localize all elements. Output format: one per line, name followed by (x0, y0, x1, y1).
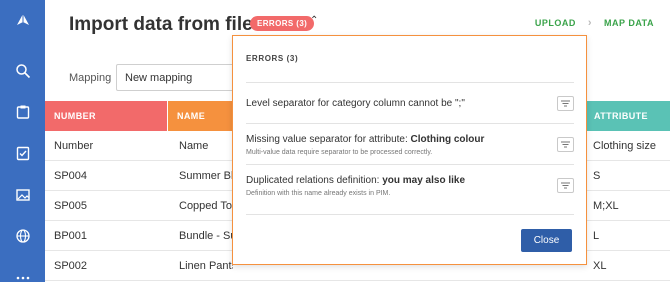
cell-attribute: M;XL (593, 200, 619, 212)
error-message: Level separator for category column cann… (246, 98, 465, 109)
cell-number: SP005 (54, 200, 88, 212)
column-header-name[interactable]: NAME (168, 101, 238, 131)
import-data-app: Import data from file ERRORS (3) ⌃ UPLOA… (0, 0, 670, 282)
checklist-icon[interactable] (0, 138, 45, 168)
mapping-select-value: New mapping (125, 71, 193, 84)
chevron-right-icon: › (587, 17, 592, 29)
filter-lines-icon[interactable] (557, 137, 574, 152)
filter-lines-icon[interactable] (557, 96, 574, 111)
cell-number: SP002 (54, 260, 88, 272)
page-title: Import data from file (69, 14, 253, 35)
logo-icon[interactable] (0, 5, 45, 35)
error-text: Duplicated relations definition: (246, 175, 383, 186)
mapping-select[interactable]: New mapping (116, 64, 240, 91)
cell-name: Linen Pants (179, 260, 233, 272)
errors-panel: ERRORS (3) Level separator for category … (232, 35, 587, 265)
column-header-number[interactable]: NUMBER (45, 101, 167, 131)
cell-name: Summer Blo (179, 170, 233, 182)
clipboard-icon[interactable] (0, 97, 45, 127)
import-steps: UPLOAD › MAP DATA (535, 17, 654, 29)
error-text: Level separator for category column cann… (246, 98, 465, 109)
error-subject: you may also like (382, 175, 466, 186)
error-text: Missing value separator for attribute: (246, 134, 411, 145)
cell-name: Copped To (179, 200, 233, 212)
error-message: Duplicated relations definition: you may… (246, 175, 465, 186)
field-cell-attribute: Clothing size (593, 140, 656, 152)
errors-panel-title: ERRORS (3) (246, 54, 299, 63)
chevron-up-icon[interactable]: ⌃ (310, 15, 318, 26)
column-header-attribute[interactable]: ATTRIBUTE (585, 101, 670, 131)
errors-panel-divider (246, 214, 574, 215)
field-cell-number: Number (54, 140, 94, 152)
step-upload[interactable]: UPLOAD (535, 18, 576, 28)
error-item: Duplicated relations definition: you may… (246, 164, 574, 205)
image-icon[interactable] (0, 180, 45, 210)
cell-attribute: L (593, 230, 600, 242)
error-subject: Clothing colour (410, 134, 485, 145)
field-cell-name: Name (179, 140, 209, 152)
filter-lines-icon[interactable] (557, 178, 574, 193)
cell-name: Bundle - Su (179, 230, 233, 242)
sidebar (0, 0, 45, 282)
step-map-data[interactable]: MAP DATA (604, 18, 654, 28)
cell-number: SP004 (54, 170, 88, 182)
error-detail: Multi-value data require separator to be… (246, 149, 433, 156)
globe-icon[interactable] (0, 221, 45, 251)
cell-attribute: S (593, 170, 601, 182)
error-message: Missing value separator for attribute: C… (246, 134, 484, 145)
error-detail: Definition with this name already exists… (246, 190, 391, 197)
more-icon[interactable] (0, 263, 45, 282)
mapping-label: Mapping (69, 72, 112, 84)
search-icon[interactable] (0, 56, 45, 86)
errors-badge[interactable]: ERRORS (3) (250, 16, 315, 31)
close-button[interactable]: Close (521, 229, 572, 252)
error-item: Missing value separator for attribute: C… (246, 123, 574, 164)
cell-attribute: XL (593, 260, 607, 272)
error-item: Level separator for category column cann… (246, 82, 574, 123)
cell-number: BP001 (54, 230, 88, 242)
